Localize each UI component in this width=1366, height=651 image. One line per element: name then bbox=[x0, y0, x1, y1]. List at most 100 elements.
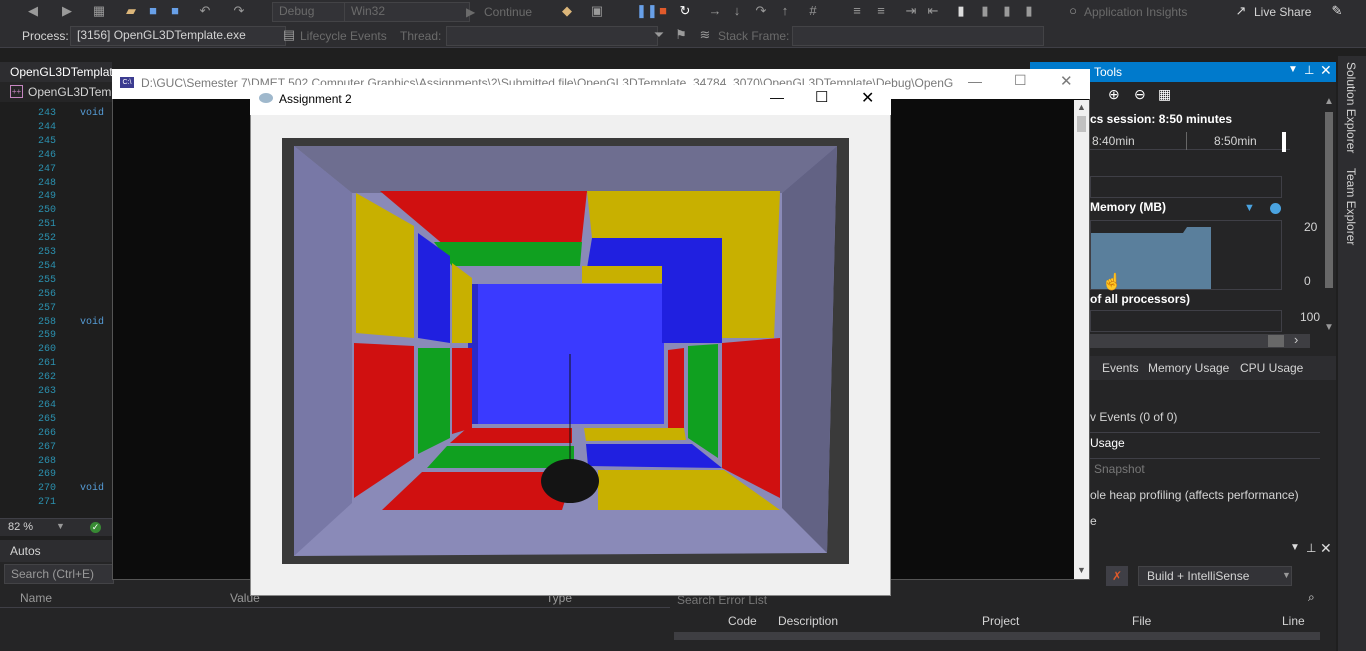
redo-icon[interactable]: ↷ bbox=[232, 4, 246, 18]
continue-play-icon[interactable]: ▶ bbox=[466, 3, 475, 21]
bookmark-next-icon[interactable]: ▮ bbox=[1000, 4, 1014, 18]
code-editor[interactable]: OpenGL3DTemplate OpenGL3DTemp ++ 243 244 2… bbox=[0, 62, 112, 536]
back-icon[interactable]: ◀ bbox=[26, 4, 40, 18]
error-col-file[interactable]: File bbox=[1132, 614, 1151, 628]
stack-frame-dropdown[interactable] bbox=[792, 26, 1044, 46]
diag-vertical-scrollbar[interactable]: ▲ ▼ bbox=[1322, 96, 1336, 336]
scroll-down-icon[interactable]: ▼ bbox=[1324, 322, 1334, 333]
live-share-icon[interactable]: ↗ bbox=[1234, 4, 1248, 18]
code-keyword-void[interactable]: void bbox=[80, 317, 104, 328]
timeline-marker[interactable] bbox=[1282, 132, 1286, 152]
reset-view-icon[interactable]: ▦ bbox=[1158, 86, 1171, 103]
diag-horizontal-scrollbar[interactable]: › bbox=[1090, 332, 1310, 348]
autos-col-name[interactable]: Name bbox=[20, 591, 52, 605]
zoom-in-icon[interactable]: ⊕ bbox=[1108, 86, 1120, 103]
platform-dropdown[interactable]: Win32 bbox=[344, 2, 470, 22]
events-track[interactable] bbox=[1090, 176, 1282, 198]
console-scroll-thumb[interactable] bbox=[1077, 116, 1086, 132]
error-panel-pin-icon[interactable]: ⊥ bbox=[1306, 541, 1316, 555]
console-minimize-icon[interactable]: — bbox=[968, 73, 982, 89]
take-snapshot-button[interactable]: Snapshot bbox=[1094, 460, 1320, 484]
app-close-icon[interactable]: ✕ bbox=[861, 88, 874, 108]
diag-scroll-thumb[interactable] bbox=[1268, 335, 1284, 347]
assignment-titlebar[interactable]: Assignment 2 — ☐ ✕ bbox=[250, 85, 891, 115]
zoom-out-icon[interactable]: ⊖ bbox=[1134, 86, 1146, 103]
app-minimize-icon[interactable]: — bbox=[770, 89, 784, 105]
zoom-dropdown-icon[interactable]: ▼ bbox=[56, 521, 65, 531]
console-maximize-icon[interactable]: ☐ bbox=[1014, 72, 1027, 89]
open-folder-icon[interactable]: ▰ bbox=[124, 4, 138, 18]
team-explorer-tab[interactable]: Team Explorer bbox=[1344, 168, 1358, 245]
console-scroll-up-icon[interactable]: ▲ bbox=[1077, 102, 1086, 112]
outdent-icon[interactable]: ⇤ bbox=[926, 4, 940, 18]
save-icon[interactable]: ■ bbox=[146, 4, 160, 18]
error-hscrollbar[interactable] bbox=[674, 632, 1320, 640]
bookmark-prev-icon[interactable]: ▮ bbox=[978, 4, 992, 18]
feedback-icon[interactable]: ✎ bbox=[1330, 4, 1344, 18]
code-keyword-void[interactable]: void bbox=[80, 483, 104, 494]
error-col-project[interactable]: Project bbox=[982, 614, 1019, 628]
lifecycle-icon[interactable]: ▤ bbox=[282, 28, 296, 42]
attach-icon[interactable]: ◆ bbox=[560, 4, 574, 18]
config-dropdown[interactable]: Debug bbox=[272, 2, 352, 22]
opengl-scene[interactable] bbox=[282, 138, 849, 564]
forward-icon[interactable]: ▶ bbox=[60, 4, 74, 18]
pause-icon[interactable]: ❚❚ bbox=[636, 4, 658, 18]
build-filter-dropdown[interactable]: Build + IntelliSense bbox=[1138, 566, 1292, 586]
bookmark-clear-icon[interactable]: ▮ bbox=[1022, 4, 1036, 18]
tab-memory-usage[interactable]: Memory Usage bbox=[1148, 361, 1229, 375]
diag-vscroll-thumb[interactable] bbox=[1325, 112, 1333, 288]
error-col-description[interactable]: Description bbox=[778, 614, 838, 628]
thread-dropdown[interactable] bbox=[446, 26, 658, 46]
no-issues-icon[interactable]: ✓ bbox=[90, 522, 101, 533]
error-col-code[interactable]: Code bbox=[728, 614, 757, 628]
error-search-icon[interactable]: ⌕ bbox=[1308, 590, 1315, 605]
process-dropdown[interactable]: [3156] OpenGL3DTemplate.exe bbox=[70, 26, 286, 46]
stop-icon[interactable]: ■ bbox=[656, 4, 670, 18]
scroll-right-icon[interactable]: › bbox=[1294, 332, 1298, 347]
tab-events[interactable]: Events bbox=[1102, 361, 1139, 375]
lightbulb-icon[interactable]: ○ bbox=[1066, 4, 1080, 18]
live-share-button[interactable]: Live Share bbox=[1254, 3, 1311, 21]
zoom-level[interactable]: 82 % bbox=[8, 521, 33, 533]
error-panel-close-icon[interactable]: ✕ bbox=[1320, 540, 1332, 557]
bookmark-icon[interactable]: ▮ bbox=[954, 4, 968, 18]
timeline-ruler[interactable]: 8:40min 8:50min bbox=[1090, 132, 1290, 152]
continue-button[interactable]: Continue bbox=[484, 3, 532, 21]
save-all-icon[interactable]: ■ bbox=[168, 4, 182, 18]
editor-tab[interactable]: OpenGL3DTemplate bbox=[0, 62, 112, 82]
undo-icon[interactable]: ↶ bbox=[198, 4, 212, 18]
pin-icon[interactable]: ⊥ bbox=[1304, 63, 1314, 77]
screenshot-icon[interactable]: ▣ bbox=[590, 4, 604, 18]
new-project-icon[interactable]: ▦ bbox=[92, 4, 106, 18]
scroll-up-icon[interactable]: ▲ bbox=[1324, 96, 1334, 107]
autos-search-input[interactable]: Search (Ctrl+E) bbox=[4, 564, 114, 584]
console-scrollbar[interactable]: ▲ ▼ bbox=[1074, 100, 1089, 579]
app-insights-button[interactable]: Application Insights bbox=[1084, 3, 1187, 21]
panel-menu-icon[interactable]: ▼ bbox=[1288, 64, 1298, 75]
step-out-icon[interactable]: ↑ bbox=[778, 4, 792, 18]
memory-filter-icon[interactable]: ▼ bbox=[1244, 202, 1255, 214]
heap-profiling-checkbox[interactable]: ole heap profiling (affects performance) bbox=[1090, 486, 1320, 510]
stack-frame-icon[interactable]: ≋ bbox=[698, 28, 712, 42]
uncomment-icon[interactable]: ≡ bbox=[874, 4, 888, 18]
build-filter-icon[interactable]: ✗ bbox=[1106, 566, 1128, 586]
step-into-icon[interactable]: ↓ bbox=[730, 4, 744, 18]
comment-icon[interactable]: ≡ bbox=[850, 4, 864, 18]
filter-icon[interactable]: ⏷ bbox=[652, 28, 666, 42]
error-col-line[interactable]: Line bbox=[1282, 614, 1305, 628]
memory-snapshot-marker[interactable] bbox=[1270, 203, 1281, 214]
code-keyword-void[interactable]: void bbox=[80, 108, 104, 119]
app-maximize-icon[interactable]: ☐ bbox=[815, 88, 828, 106]
restart-icon[interactable]: ↻ bbox=[678, 4, 692, 18]
indent-icon[interactable]: ⇥ bbox=[904, 4, 918, 18]
error-panel-menu-icon[interactable]: ▼ bbox=[1290, 542, 1300, 553]
flag-icon[interactable]: ⚑ bbox=[674, 28, 688, 42]
tab-cpu-usage[interactable]: CPU Usage bbox=[1240, 361, 1303, 375]
console-scroll-down-icon[interactable]: ▼ bbox=[1077, 565, 1086, 575]
events-summary[interactable]: v Events (0 of 0) bbox=[1090, 408, 1320, 433]
build-filter-chevron-icon[interactable]: ▼ bbox=[1282, 570, 1291, 580]
solution-explorer-tab[interactable]: Solution Explorer bbox=[1344, 62, 1358, 153]
lifecycle-events-button[interactable]: Lifecycle Events bbox=[300, 27, 387, 45]
close-panel-icon[interactable]: ✕ bbox=[1320, 62, 1332, 79]
